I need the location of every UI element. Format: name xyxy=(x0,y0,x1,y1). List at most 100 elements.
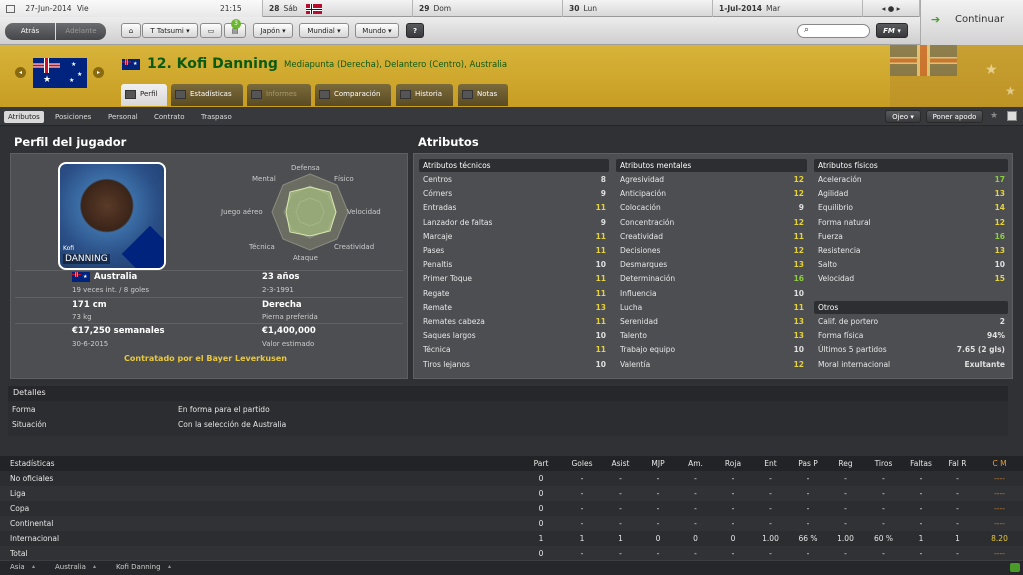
attribute-row[interactable]: Aceleración 17 xyxy=(814,173,1008,187)
calendar-today[interactable]: 27-Jun-2014 Vie 21:15 xyxy=(0,0,263,17)
attribute-row[interactable]: Agilidad 13 xyxy=(814,187,1008,201)
stats-header-cell[interactable]: Reg xyxy=(827,456,864,471)
stats-header-cell[interactable]: Estadísticas xyxy=(0,456,520,471)
attribute-row[interactable]: Forma natural 12 xyxy=(814,216,1008,230)
attribute-row[interactable]: Remates cabeza 11 xyxy=(419,315,609,329)
attribute-row[interactable]: Determinación 16 xyxy=(616,272,807,286)
calendar-day[interactable]: 30 Lun xyxy=(563,0,713,17)
attribute-row[interactable]: Penaltis 10 xyxy=(419,258,609,272)
attribute-row[interactable]: Decisiones 12 xyxy=(616,244,807,258)
stats-header-cell[interactable]: C M xyxy=(976,456,1023,471)
star-icon[interactable]: ★ xyxy=(990,111,998,121)
breadcrumb-asia[interactable]: Asia xyxy=(10,563,25,571)
attribute-row[interactable]: Pases 11 xyxy=(419,244,609,258)
attribute-row[interactable]: Lucha 11 xyxy=(616,301,807,315)
attribute-row[interactable]: Creatividad 11 xyxy=(616,230,807,244)
attribute-row[interactable]: Talento 13 xyxy=(616,329,807,343)
forward-button[interactable]: Adelante xyxy=(56,23,106,40)
tab-comparacion[interactable]: Comparación xyxy=(315,84,391,106)
edit-icon[interactable] xyxy=(1007,111,1017,121)
stats-header-cell[interactable]: MJP xyxy=(639,456,677,471)
back-button[interactable]: Atrás xyxy=(5,23,55,40)
nickname-button[interactable]: Poner apodo xyxy=(926,110,983,123)
stats-row[interactable]: Copa 0- - - - - - - - - - - ---- xyxy=(0,501,1023,516)
attribute-row[interactable]: Anticipación 12 xyxy=(616,187,807,201)
tab-notas[interactable]: Notas xyxy=(458,84,508,106)
nation-name[interactable]: Australia xyxy=(94,272,137,282)
prev-player-button[interactable]: ◂ xyxy=(15,67,26,78)
subtab-posiciones[interactable]: Posiciones xyxy=(51,111,95,123)
stats-header-cell[interactable]: Part xyxy=(520,456,562,471)
japan-menu[interactable]: Japón ▾ xyxy=(253,23,293,38)
attribute-row[interactable]: Salto 10 xyxy=(814,258,1008,272)
stats-header-cell[interactable]: Fal R xyxy=(939,456,976,471)
stats-header-cell[interactable]: Asist xyxy=(602,456,639,471)
attribute-row[interactable]: Trabajo equipo 10 xyxy=(616,343,807,357)
stats-row[interactable]: Liga 0- - - - - - - - - - - ---- xyxy=(0,486,1023,501)
attribute-row[interactable]: Lanzador de faltas 9 xyxy=(419,216,609,230)
subtab-traspaso[interactable]: Traspaso xyxy=(197,111,236,123)
stats-header-cell[interactable]: Pas P xyxy=(789,456,827,471)
subtab-atributos[interactable]: Atributos xyxy=(4,111,44,123)
attribute-row[interactable]: Concentración 12 xyxy=(616,216,807,230)
scout-menu[interactable]: Ojeo ▾ xyxy=(885,110,921,123)
search-input[interactable]: ⌕ xyxy=(797,24,870,38)
tab-historia[interactable]: Historia xyxy=(396,84,453,106)
world-cup-menu[interactable]: Mundial ▾ xyxy=(299,23,349,38)
attribute-row[interactable]: Entradas 11 xyxy=(419,201,609,215)
attribute-row[interactable]: Fuerza 16 xyxy=(814,230,1008,244)
attribute-row[interactable]: Serenidad 13 xyxy=(616,315,807,329)
stats-header-cell[interactable]: Am. xyxy=(677,456,714,471)
attribute-row[interactable]: Centros 8 xyxy=(419,173,609,187)
stats-header-cell[interactable]: Ent xyxy=(752,456,789,471)
calendar-day[interactable]: 28 Sáb xyxy=(263,0,413,17)
breadcrumb-australia[interactable]: Australia xyxy=(55,563,86,571)
attribute-row[interactable]: Saques largos 10 xyxy=(419,329,609,343)
stats-header-cell[interactable]: Roja xyxy=(714,456,752,471)
next-player-button[interactable]: ▸ xyxy=(93,67,104,78)
manager-button[interactable]: T Tatsumi ▾ xyxy=(142,23,198,38)
attribute-row[interactable]: Agresividad 12 xyxy=(616,173,807,187)
world-menu[interactable]: Mundo ▾ xyxy=(355,23,399,38)
tab-perfil[interactable]: Perfil xyxy=(121,84,167,106)
attribute-row[interactable]: Remate 13 xyxy=(419,301,609,315)
stats-row[interactable]: Total 0- - - - - - - - - - - ---- xyxy=(0,546,1023,561)
attribute-row[interactable]: Velocidad 15 xyxy=(814,272,1008,286)
home-button[interactable]: ⌂ xyxy=(121,23,141,38)
attribute-row[interactable]: Primer Toque 11 xyxy=(419,272,609,286)
stats-header-cell[interactable]: Goles xyxy=(562,456,602,471)
tab-informes[interactable]: Informes xyxy=(247,84,311,106)
resize-icon[interactable] xyxy=(1010,563,1020,572)
calendar-day[interactable]: 1-Jul-2014 Mar xyxy=(713,0,863,17)
stats-row[interactable]: Internacional 1 1 1 0 0 0 1.00 66 % 1.00 60 % 1 1 8.2… xyxy=(0,531,1023,546)
attribute-row[interactable]: Marcaje 11 xyxy=(419,230,609,244)
tab-estadisticas[interactable]: Estadísticas xyxy=(171,84,243,106)
attribute-row[interactable]: Desmarques 13 xyxy=(616,258,807,272)
attribute-row[interactable]: Regate 11 xyxy=(419,287,609,301)
attribute-row[interactable]: Valentía 12 xyxy=(616,358,807,372)
attribute-row[interactable]: Moral internacional Exultante xyxy=(814,358,1008,372)
club-contract[interactable]: Contratado por el Bayer Leverkusen xyxy=(124,354,287,363)
attribute-row[interactable]: Resistencia 13 xyxy=(814,244,1008,258)
fm-menu-button[interactable]: FM ▾ xyxy=(876,23,908,38)
subtab-contrato[interactable]: Contrato xyxy=(150,111,189,123)
attribute-row[interactable]: Tiros lejanos 10 xyxy=(419,358,609,372)
stats-row[interactable]: No oficiales 0- - - - - - - - - - - ---- xyxy=(0,471,1023,486)
attribute-row[interactable]: Calif. de portero 2 xyxy=(814,315,1008,329)
stats-header-cell[interactable]: Tiros xyxy=(864,456,903,471)
continue-button[interactable]: ➔ Continuar xyxy=(920,0,1023,45)
attribute-row[interactable]: Influencia 10 xyxy=(616,287,807,301)
stats-row[interactable]: Continental 0- - - - - - - - - - - ---- xyxy=(0,516,1023,531)
attribute-row[interactable]: Córners 9 xyxy=(419,187,609,201)
attribute-row[interactable]: Técnica 11 xyxy=(419,343,609,357)
help-button[interactable]: ? xyxy=(406,23,424,38)
calendar-day[interactable]: 29 Dom xyxy=(413,0,563,17)
inbox-button[interactable]: ▭ xyxy=(200,23,222,38)
stats-header-cell[interactable]: Faltas xyxy=(903,456,939,471)
attribute-row[interactable]: Forma física 94% xyxy=(814,329,1008,343)
attribute-row[interactable]: Últimos 5 partidos 7.65 (2 gls) xyxy=(814,343,1008,357)
attribute-row[interactable]: Colocación 9 xyxy=(616,201,807,215)
breadcrumb-player[interactable]: Kofi Danning xyxy=(116,563,161,571)
calendar-nav[interactable]: ◂ ● ▸ xyxy=(863,0,920,17)
subtab-personal[interactable]: Personal xyxy=(104,111,142,123)
